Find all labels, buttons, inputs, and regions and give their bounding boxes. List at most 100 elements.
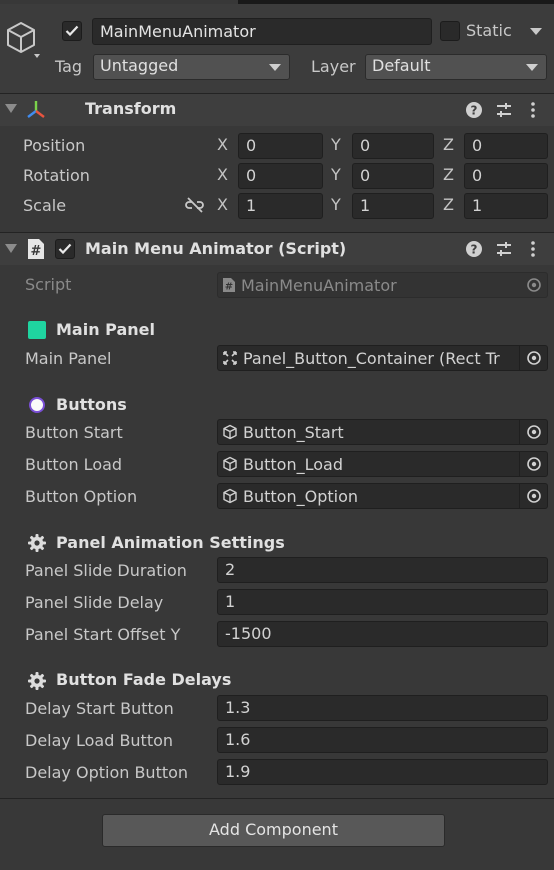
position-label: Position [23, 136, 86, 155]
presets-sliders-icon[interactable] [495, 101, 513, 119]
help-icon[interactable]: ? [465, 101, 483, 119]
add-component-button[interactable]: Add Component [102, 814, 445, 847]
active-checkbox[interactable] [62, 21, 82, 41]
panel-start-offset-label: Panel Start Offset Y [25, 625, 181, 644]
chevron-down-icon [269, 64, 281, 71]
gameobject-cube-icon [223, 488, 237, 504]
rotation-x-axis[interactable]: X [217, 165, 228, 184]
layer-label: Layer [311, 57, 356, 76]
svg-text:?: ? [471, 104, 478, 118]
object-picker-icon[interactable] [519, 420, 547, 444]
tag-dropdown[interactable]: Untagged [93, 54, 290, 80]
button-load-field[interactable]: Button_Load [217, 451, 548, 477]
position-x-field[interactable]: 0 [238, 133, 323, 159]
scale-y-axis[interactable]: Y [331, 195, 341, 214]
panel-animation-header: Panel Animation Settings [56, 533, 285, 552]
svg-text:#: # [31, 244, 42, 259]
object-picker-icon[interactable] [519, 452, 547, 476]
unlinked-scale-icon[interactable] [184, 196, 206, 214]
script-field-value: MainMenuAnimator [241, 275, 397, 295]
position-x-axis[interactable]: X [217, 135, 228, 154]
rotation-x-field[interactable]: 0 [238, 163, 323, 189]
delay-option-field[interactable]: 1.9 [217, 759, 548, 785]
button-fade-header: Button Fade Delays [56, 670, 232, 689]
position-z-axis[interactable]: Z [443, 135, 454, 154]
main-panel-field-value: Panel_Button_Container (Rect Tr [243, 348, 500, 368]
script-hash-icon: # [26, 238, 46, 260]
scale-x-axis[interactable]: X [217, 195, 228, 214]
component-enabled-checkbox[interactable] [55, 239, 75, 259]
scale-x-field[interactable]: 1 [238, 193, 323, 219]
scale-z-field[interactable]: 1 [464, 193, 548, 219]
button-option-label: Button Option [25, 487, 138, 506]
foldout-arrow-icon[interactable] [5, 104, 17, 113]
script-label: Script [25, 275, 72, 294]
chevron-down-icon [526, 64, 538, 71]
object-picker-icon[interactable] [519, 346, 547, 370]
transform-title: Transform [85, 99, 177, 118]
help-icon[interactable]: ? [465, 240, 483, 258]
gear-icon [27, 671, 47, 691]
transform-axes-icon [24, 98, 48, 122]
kebab-menu-icon[interactable] [526, 240, 540, 258]
gear-icon [27, 533, 47, 553]
delay-start-field[interactable]: 1.3 [217, 695, 548, 721]
delay-option-label: Delay Option Button [25, 763, 189, 782]
object-name-field[interactable]: MainMenuAnimator [92, 18, 432, 45]
button-load-value: Button_Load [243, 454, 343, 474]
script-field: # MainMenuAnimator [217, 272, 548, 298]
main-panel-label: Main Panel [25, 349, 112, 368]
svg-text:#: # [225, 282, 233, 293]
layer-dropdown[interactable]: Default [365, 54, 547, 80]
rotation-y-axis[interactable]: Y [331, 165, 341, 184]
object-picker-icon[interactable] [519, 484, 547, 508]
main-panel-header: Main Panel [56, 320, 155, 339]
cube-icon[interactable] [6, 20, 40, 60]
panel-slide-duration-label: Panel Slide Duration [25, 561, 187, 580]
layer-dropdown-value: Default [372, 56, 431, 75]
static-checkbox[interactable] [440, 21, 460, 41]
delay-load-field[interactable]: 1.6 [217, 727, 548, 753]
rotation-y-field[interactable]: 0 [352, 163, 434, 189]
scale-z-axis[interactable]: Z [443, 195, 454, 214]
scale-y-field[interactable]: 1 [352, 193, 434, 219]
gameobject-cube-icon [223, 424, 237, 440]
rotation-label: Rotation [23, 166, 90, 185]
object-picker-icon [519, 273, 547, 297]
foldout-arrow-icon[interactable] [5, 244, 17, 253]
delay-start-label: Delay Start Button [25, 699, 174, 718]
panel-slide-delay-field[interactable]: 1 [217, 589, 548, 615]
rect-transform-icon [223, 351, 237, 365]
panel-slide-delay-label: Panel Slide Delay [25, 593, 164, 612]
script-hash-icon: # [223, 278, 235, 293]
kebab-menu-icon[interactable] [526, 101, 540, 119]
position-y-field[interactable]: 0 [352, 133, 434, 159]
button-option-field[interactable]: Button_Option [217, 483, 548, 509]
static-dropdown-caret[interactable] [530, 28, 542, 35]
scale-label: Scale [23, 196, 67, 215]
buttons-header: Buttons [56, 395, 127, 414]
tag-label: Tag [55, 57, 83, 76]
button-start-label: Button Start [25, 423, 123, 442]
gameobject-cube-icon [223, 456, 237, 472]
rotation-z-field[interactable]: 0 [464, 163, 548, 189]
button-start-field[interactable]: Button_Start [217, 419, 548, 445]
tag-dropdown-value: Untagged [100, 56, 179, 75]
presets-sliders-icon[interactable] [495, 240, 513, 258]
button-option-value: Button_Option [243, 486, 358, 506]
button-load-label: Button Load [25, 455, 123, 474]
main-panel-swatch-icon [28, 321, 46, 339]
main-panel-field[interactable]: Panel_Button_Container (Rect Tr [217, 345, 548, 371]
button-start-value: Button_Start [243, 422, 344, 442]
script-component-title: Main Menu Animator (Script) [85, 239, 347, 258]
divider [0, 798, 554, 799]
static-label: Static [466, 21, 512, 40]
panel-slide-duration-field[interactable]: 2 [217, 557, 548, 583]
delay-load-label: Delay Load Button [25, 731, 174, 750]
position-z-field[interactable]: 0 [464, 133, 548, 159]
panel-start-offset-field[interactable]: -1500 [217, 621, 548, 647]
circle-icon [28, 396, 46, 414]
position-y-axis[interactable]: Y [331, 135, 341, 154]
svg-text:?: ? [471, 243, 478, 257]
rotation-z-axis[interactable]: Z [443, 165, 454, 184]
